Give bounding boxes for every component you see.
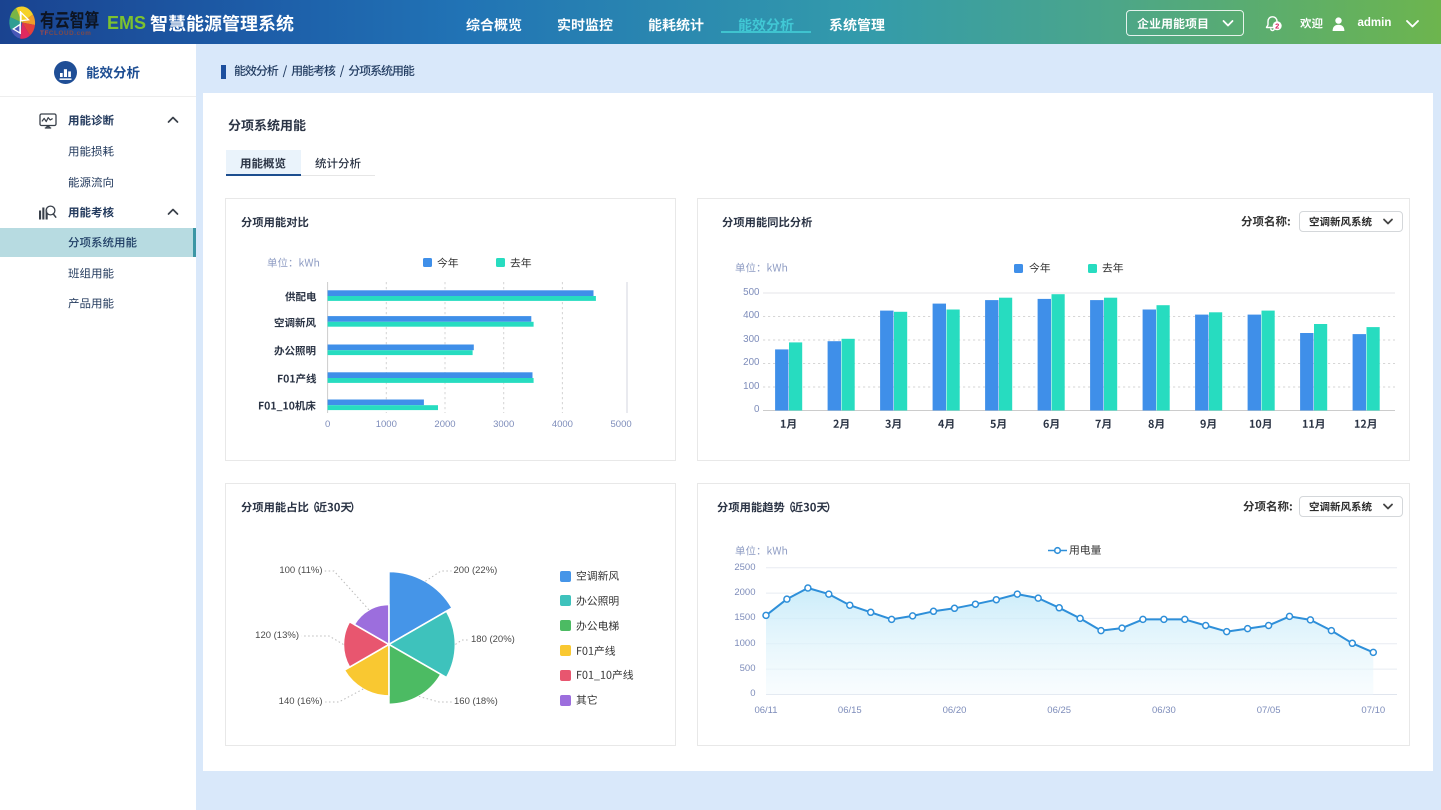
svg-text:2: 2	[1275, 21, 1279, 30]
